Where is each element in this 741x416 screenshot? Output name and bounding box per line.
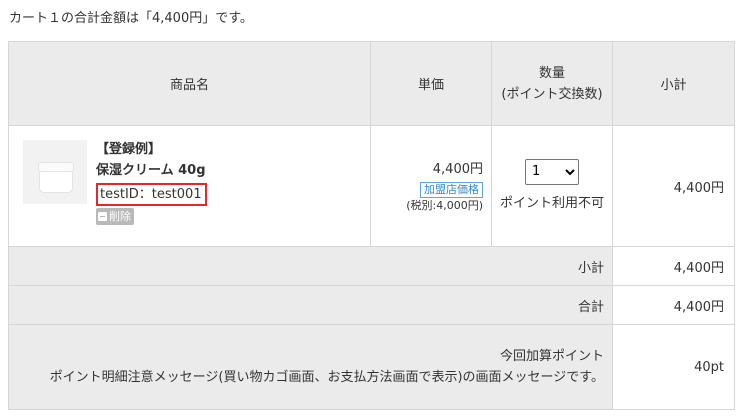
header-subtotal: 小計 [612,41,735,126]
product-cell: 【登録例】 保湿クリーム 40g testID：test001 削除 [8,125,371,247]
product-info: 【登録例】 保湿クリーム 40g testID：test001 削除 [96,140,207,225]
header-unit-price: 単価 [370,41,492,126]
total-value: 4,400円 [612,285,735,325]
subtotal-row: 小計 4,400円 [8,246,735,286]
point-unavailable-note: ポイント利用不可 [500,195,605,211]
cart-summary-text: カート１の合計金額は「4,400円」です。 [9,11,253,26]
delete-button-label: 削除 [109,210,131,223]
points-label-cell: 今回加算ポイント ポイント明細注意メッセージ(買い物カゴ画面、お支払方法画面で表… [8,324,613,410]
unit-price-cell: 4,400円 加盟店価格 (税別:4,000円) [370,125,492,247]
header-product-name: 商品名 [8,41,371,126]
tax-excluded-note: (税別:4,000円) [406,198,483,212]
delete-button[interactable]: 削除 [96,208,134,225]
product-name-tag: 【登録例】 [96,142,162,157]
table-header-row: 商品名 単価 数量 (ポイント交換数) 小計 [8,41,735,126]
total-label: 合計 [8,285,613,325]
quantity-cell: 1 ポイント利用不可 [491,125,613,247]
header-quantity: 数量 (ポイント交換数) [491,41,613,126]
header-quantity-text: 数量 (ポイント交換数) [501,65,603,102]
product-thumbnail[interactable] [23,140,87,204]
item-subtotal-cell: 4,400円 [612,125,735,247]
jar-body-shape [39,171,73,193]
subtotal-value: 4,400円 [612,246,735,286]
total-row: 合計 4,400円 [8,285,735,325]
member-price-badge: 加盟店価格 [420,181,483,198]
quantity-select[interactable]: 1 [525,158,579,185]
product-name[interactable]: 保湿クリーム 40g [96,160,207,182]
product-test-id: testID：test001 [96,183,207,206]
points-value: 40pt [612,324,735,410]
minus-icon [98,212,107,221]
points-row: 今回加算ポイント ポイント明細注意メッセージ(買い物カゴ画面、お支払方法画面で表… [8,324,735,410]
subtotal-label: 小計 [8,246,613,286]
points-message: ポイント明細注意メッセージ(買い物カゴ画面、お支払方法画面で表示)の画面メッセー… [49,370,604,385]
points-label: 今回加算ポイント [499,349,604,364]
cart-table: 商品名 単価 数量 (ポイント交換数) 小計 【登録例】 保湿クリーム 40g t… [8,41,735,410]
unit-price-value: 4,400円 [432,161,483,177]
table-row: 【登録例】 保湿クリーム 40g testID：test001 削除 4,400… [8,125,735,247]
